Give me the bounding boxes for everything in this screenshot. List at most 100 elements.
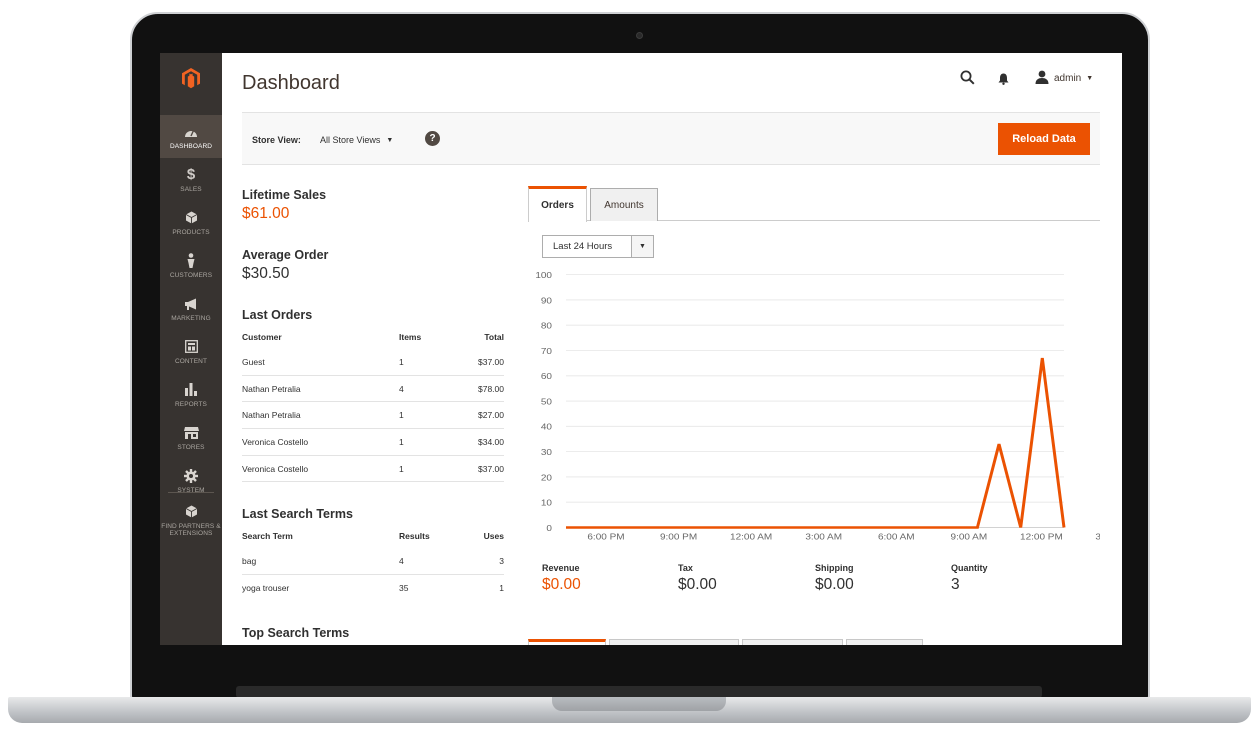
- customer-cell: Nathan Petralia: [242, 383, 301, 394]
- tab-orders[interactable]: Orders: [528, 186, 587, 222]
- x-tick-label: 3:00 PM: [1095, 532, 1100, 541]
- quantity-label: Quantity: [951, 563, 988, 573]
- sidebar-item-label: SALES: [180, 185, 202, 193]
- box-icon: [185, 504, 198, 520]
- admin-sidebar: DASHBOARD $ SALES PRODUCTS CUSTOMERS MAR…: [160, 53, 222, 645]
- items-cell: 4: [399, 383, 404, 394]
- x-tick-label: 6:00 AM: [878, 532, 915, 541]
- average-order-label: Average Order: [242, 248, 329, 262]
- column-header: Items: [399, 332, 422, 342]
- search-icon[interactable]: [960, 70, 975, 90]
- bell-icon[interactable]: [998, 72, 1009, 90]
- table-header: Search Term Results Uses: [242, 528, 504, 548]
- y-tick-label: 50: [541, 397, 552, 406]
- chevron-down-icon: ▼: [631, 236, 653, 257]
- person-icon: [186, 253, 196, 269]
- total-cell: $78.00: [478, 383, 504, 394]
- column-header: Search Term: [242, 531, 293, 541]
- sidebar-item-customers[interactable]: CUSTOMERS: [160, 244, 222, 287]
- column-header: Results: [399, 531, 430, 541]
- sidebar-item-partners[interactable]: FIND PARTNERS & EXTENSIONS: [160, 497, 222, 543]
- gear-icon: [184, 468, 198, 484]
- items-cell: 1: [399, 437, 404, 448]
- search-term-cell: bag: [242, 556, 257, 566]
- tax-label: Tax: [678, 563, 693, 573]
- y-tick-label: 70: [541, 347, 552, 356]
- tab-amounts[interactable]: Amounts: [590, 188, 658, 221]
- tax-value: $0.00: [678, 576, 717, 593]
- x-tick-label: 9:00 AM: [951, 532, 988, 541]
- sidebar-item-content[interactable]: CONTENT: [160, 330, 222, 373]
- user-menu[interactable]: admin ▼: [1035, 70, 1093, 87]
- last-orders-title: Last Orders: [242, 308, 313, 322]
- sidebar-item-products[interactable]: PRODUCTS: [160, 201, 222, 244]
- sidebar-item-sales[interactable]: $ SALES: [160, 158, 222, 201]
- last-search-terms-title: Last Search Terms: [242, 507, 353, 521]
- table-row[interactable]: Nathan Petralia 4 $78.00: [242, 376, 504, 403]
- orders-chart: 0 10 20 30 40 50 60 70 80 90 100 6:00 PM 9:00 PM 12:…: [535, 271, 1100, 541]
- dollar-icon: $: [186, 165, 196, 183]
- megaphone-icon: [184, 296, 199, 312]
- y-tick-label: 100: [535, 271, 552, 280]
- table-row[interactable]: yoga trouser 35 1: [242, 575, 504, 602]
- sidebar-item-label: PRODUCTS: [172, 228, 210, 236]
- average-order-value: $30.50: [242, 265, 290, 282]
- customer-cell: Nathan Petralia: [242, 410, 301, 421]
- sidebar-item-reports[interactable]: REPORTS: [160, 373, 222, 416]
- column-header: Total: [484, 332, 504, 342]
- sidebar-item-label: REPORTS: [174, 400, 207, 408]
- last-search-terms-table: Search Term Results Uses bag 4 3 yoga tr…: [242, 528, 504, 601]
- search-term-cell: yoga trouser: [242, 582, 290, 593]
- y-tick-label: 40: [541, 422, 552, 431]
- sidebar-item-label: MARKETING: [171, 314, 211, 322]
- sidebar-item-label: FIND PARTNERS & EXTENSIONS: [161, 522, 221, 537]
- customer-cell: Veronica Costello: [242, 437, 309, 448]
- table-row[interactable]: Veronica Costello 1 $37.00: [242, 456, 504, 483]
- store-view-bar: Store View: All Store Views ▼ ? Reload D…: [242, 112, 1100, 165]
- bottom-tab[interactable]: [846, 639, 923, 645]
- reload-data-button[interactable]: Reload Data: [998, 123, 1090, 155]
- sidebar-item-stores[interactable]: STORES: [160, 416, 222, 459]
- store-view-label: Store View:: [252, 135, 301, 145]
- user-icon: [1035, 70, 1049, 87]
- bottom-tab-active[interactable]: [528, 639, 606, 645]
- sidebar-item-dashboard[interactable]: DASHBOARD: [160, 115, 222, 158]
- table-row[interactable]: bag 4 3: [242, 548, 504, 575]
- bottom-tab[interactable]: [609, 639, 739, 645]
- table-row[interactable]: Guest 1 $37.00: [242, 349, 504, 376]
- y-tick-label: 90: [541, 296, 552, 305]
- user-name: admin: [1054, 73, 1082, 84]
- laptop-notch: [552, 697, 726, 711]
- bar-chart-icon: [184, 382, 198, 398]
- items-cell: 1: [399, 410, 404, 421]
- y-tick-label: 60: [541, 372, 552, 381]
- layout-icon: [184, 339, 198, 355]
- cube-icon: [185, 210, 198, 226]
- table-row[interactable]: Nathan Petralia 1 $27.00: [242, 402, 504, 430]
- x-tick-label: 6:00 PM: [587, 532, 624, 541]
- store-view-switcher[interactable]: All Store Views ▼: [320, 135, 393, 145]
- sidebar-item-label: STORES: [177, 443, 205, 451]
- y-tick-label: 0: [546, 524, 552, 533]
- bottom-tab[interactable]: [742, 639, 843, 645]
- period-select[interactable]: Last 24 Hours ▼: [542, 235, 654, 258]
- top-search-terms-title: Top Search Terms: [242, 626, 350, 640]
- sidebar-item-system[interactable]: SYSTEM: [160, 459, 222, 502]
- sidebar-item-label: CUSTOMERS: [169, 271, 213, 279]
- sidebar-item-marketing[interactable]: MARKETING: [160, 287, 222, 330]
- sidebar-item-label: DASHBOARD: [169, 142, 213, 150]
- y-tick-label: 80: [541, 321, 552, 330]
- table-row[interactable]: Veronica Costello 1 $34.00: [242, 429, 504, 456]
- revenue-value: $0.00: [542, 576, 581, 593]
- help-icon[interactable]: ?: [425, 131, 440, 146]
- results-cell: 35: [399, 582, 409, 593]
- total-cell: $27.00: [478, 410, 504, 421]
- uses-cell: 3: [499, 556, 504, 566]
- table-header: Customer Items Total: [242, 329, 504, 349]
- y-tick-label: 20: [541, 473, 552, 482]
- uses-cell: 1: [499, 582, 504, 593]
- column-header: Customer: [242, 332, 282, 342]
- x-tick-label: 12:00 PM: [1020, 532, 1063, 541]
- magento-logo[interactable]: [160, 53, 222, 103]
- store-view-value: All Store Views: [320, 135, 381, 145]
